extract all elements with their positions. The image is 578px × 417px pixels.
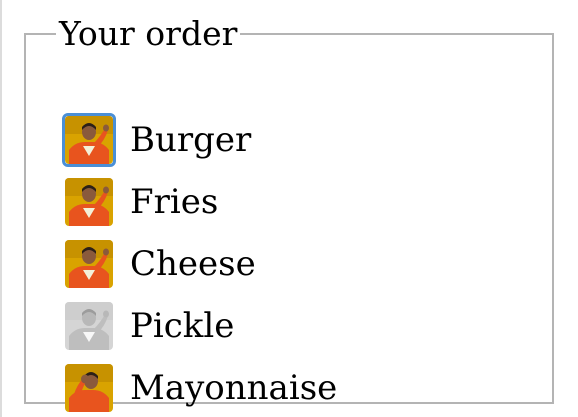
order-legend: Your order bbox=[59, 14, 238, 53]
order-item-pickle[interactable]: Pickle bbox=[62, 299, 234, 353]
fries-label[interactable]: Fries bbox=[130, 182, 218, 222]
order-fieldset: Your order Burger Fries Cheese Pickle Ma… bbox=[24, 14, 554, 412]
fries-checkbox[interactable] bbox=[62, 175, 116, 229]
meme-approve-icon bbox=[65, 302, 113, 350]
mayonnaise-label[interactable]: Mayonnaise bbox=[130, 368, 337, 408]
meme-approve-icon bbox=[65, 178, 113, 226]
burger-label[interactable]: Burger bbox=[130, 120, 251, 160]
pickle-label[interactable]: Pickle bbox=[130, 306, 234, 346]
order-item-cheese[interactable]: Cheese bbox=[62, 237, 256, 291]
meme-approve-icon bbox=[65, 240, 113, 288]
order-item-fries[interactable]: Fries bbox=[62, 175, 218, 229]
window-left-edge bbox=[0, 0, 2, 417]
order-item-mayonnaise[interactable]: Mayonnaise bbox=[62, 361, 337, 415]
cheese-label[interactable]: Cheese bbox=[130, 244, 256, 284]
mayonnaise-checkbox[interactable] bbox=[62, 361, 116, 415]
cheese-checkbox[interactable] bbox=[62, 237, 116, 291]
pickle-checkbox[interactable] bbox=[62, 299, 116, 353]
order-item-burger[interactable]: Burger bbox=[62, 113, 251, 167]
meme-approve-icon bbox=[65, 116, 113, 164]
meme-reject-icon bbox=[65, 364, 113, 412]
burger-checkbox[interactable] bbox=[62, 113, 116, 167]
